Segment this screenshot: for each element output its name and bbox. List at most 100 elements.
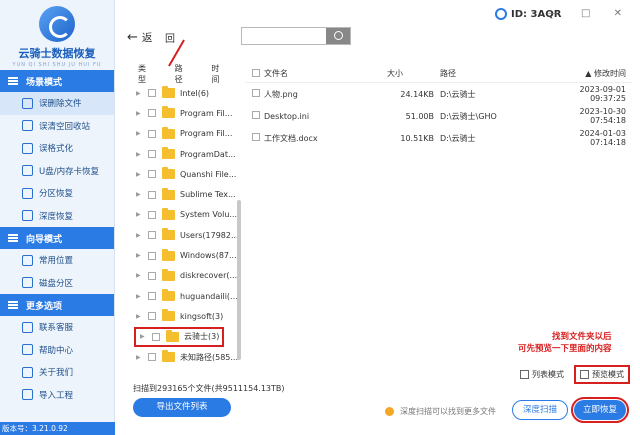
checkbox[interactable] — [148, 170, 156, 179]
expand-icon[interactable]: ▶ — [136, 130, 144, 137]
table-row[interactable]: 工作文档.docx 10.51KB D:\云骑士 2024-01-03 07:1… — [245, 127, 632, 149]
table-row[interactable]: Desktop.ini 51.00B D:\云骑士\GHO 2023-10-30… — [245, 105, 632, 127]
arrow-left-icon: ← — [127, 30, 138, 45]
tree-row[interactable]: ▶ ProgramDat... — [130, 144, 240, 164]
tree-row[interactable]: ▶ Users(17982... — [130, 225, 240, 245]
checkbox[interactable] — [148, 89, 156, 98]
list-mode-button[interactable]: 列表模式 — [516, 367, 568, 382]
tree-row[interactable]: ▶ Windows(87... — [130, 245, 240, 265]
checkbox[interactable] — [148, 292, 156, 301]
folder-icon — [162, 86, 175, 99]
expand-icon[interactable]: ▶ — [136, 90, 144, 97]
checkbox[interactable] — [148, 312, 156, 321]
search-input[interactable] — [241, 27, 351, 45]
tree-row[interactable]: ▶ huguandaili(... — [130, 286, 240, 306]
tree-row[interactable]: ▶ Sublime Tex... — [130, 184, 240, 204]
tree-header-path[interactable]: 路径 — [175, 63, 186, 85]
tree-header-type[interactable]: 类型 — [138, 63, 149, 85]
nav-format[interactable]: 误格式化 — [0, 137, 114, 160]
expand-icon[interactable]: ▶ — [136, 211, 144, 218]
section-more-options[interactable]: 更多选项 — [0, 294, 114, 316]
folder-icon — [162, 228, 175, 241]
window-controls[interactable]: — □ ✕ — [548, 8, 632, 19]
search-icon[interactable] — [326, 28, 350, 44]
nav-about-us[interactable]: 关于我们 — [0, 361, 114, 384]
table-row[interactable]: 人物.png 24.14KB D:\云骑士 2023-09-01 09:37:2… — [245, 83, 632, 105]
export-list-button[interactable]: 导出文件列表 — [133, 398, 231, 417]
col-size[interactable]: 大小 — [387, 68, 440, 79]
nav-contact-support[interactable]: 联系客服 — [0, 316, 114, 339]
menu-icon — [8, 301, 18, 309]
checkbox[interactable] — [148, 271, 156, 280]
checkbox[interactable] — [152, 332, 160, 341]
checkbox[interactable] — [148, 210, 156, 219]
tree-row[interactable]: ▶ 未知路径(585... — [130, 347, 240, 367]
checkbox[interactable] — [252, 89, 260, 97]
format-icon — [22, 142, 33, 154]
nav-common-locations[interactable]: 常用位置 — [0, 249, 114, 272]
expand-icon[interactable]: ▶ — [140, 333, 148, 340]
nav-help-center[interactable]: 帮助中心 — [0, 339, 114, 362]
expand-icon[interactable]: ▶ — [136, 171, 144, 178]
tree-row[interactable]: ▶ System Volu... — [130, 205, 240, 225]
folder-icon — [162, 268, 175, 281]
menu-icon — [8, 77, 18, 85]
deep-scan-button[interactable]: 深度扫描 — [512, 400, 568, 420]
grid-icon — [580, 370, 589, 379]
tree-row[interactable]: ▶ Intel(6) — [130, 83, 240, 103]
tree-scrollbar[interactable] — [237, 200, 241, 360]
section-wizard-mode[interactable]: 向导模式 — [0, 227, 114, 249]
select-all-checkbox[interactable] — [252, 68, 260, 77]
expand-icon[interactable]: ▶ — [136, 354, 144, 361]
app-name: 云骑士数据恢复 — [18, 47, 96, 60]
restore-now-button[interactable]: 立即恢复 — [571, 397, 629, 423]
checkbox[interactable] — [148, 251, 156, 260]
checkbox[interactable] — [252, 111, 260, 119]
checkbox[interactable] — [148, 190, 156, 199]
disk-icon — [22, 277, 33, 289]
checkbox[interactable] — [148, 353, 156, 361]
tree-row[interactable]: ▶ Program Fil... — [130, 103, 240, 123]
expand-icon[interactable]: ▶ — [136, 272, 144, 279]
expand-icon[interactable]: ▶ — [136, 293, 144, 300]
col-path[interactable]: 路径 — [440, 68, 568, 79]
nav-disk-partition[interactable]: 磁盘分区 — [0, 272, 114, 295]
menu-icon — [8, 234, 18, 242]
tree-row-selected[interactable]: ▶ 云骑士(3) — [134, 326, 224, 347]
home-button[interactable]: 回 — [165, 30, 175, 45]
partition-icon — [22, 187, 33, 199]
checkbox[interactable] — [148, 129, 156, 138]
expand-icon[interactable]: ▶ — [136, 110, 144, 117]
nav-partition[interactable]: 分区恢复 — [0, 182, 114, 205]
nav-deep-recovery[interactable]: 深度恢复 — [0, 205, 114, 228]
nav-import-project[interactable]: 导入工程 — [0, 384, 114, 407]
checkbox[interactable] — [252, 133, 260, 141]
tree-row[interactable]: ▶ Program Fil... — [130, 124, 240, 144]
expand-icon[interactable]: ▶ — [136, 151, 144, 158]
back-button[interactable]: ← 返 — [127, 30, 152, 45]
checkbox[interactable] — [148, 109, 156, 118]
nav-usb-card[interactable]: U盘/内存卡恢复 — [0, 160, 114, 183]
col-modified[interactable]: ▲ 修改时间 — [568, 68, 632, 79]
checkbox[interactable] — [148, 231, 156, 240]
expand-icon[interactable]: ▶ — [136, 313, 144, 320]
col-filename[interactable]: 文件名 — [263, 68, 387, 79]
checkbox[interactable] — [148, 150, 156, 159]
tree-header-time[interactable]: 时间 — [211, 63, 222, 85]
preview-mode-button[interactable]: 预览模式 — [574, 365, 630, 384]
expand-icon[interactable]: ▶ — [136, 252, 144, 259]
nav-empty-recycle-bin[interactable]: 误清空回收站 — [0, 115, 114, 138]
view-mode-switch: 列表模式 预览模式 — [516, 365, 630, 384]
expand-icon[interactable]: ▶ — [136, 232, 144, 239]
folder-icon — [162, 207, 175, 220]
section-scene-mode[interactable]: 场景模式 — [0, 70, 114, 92]
table-header: 文件名 大小 路径 ▲ 修改时间 — [245, 65, 632, 83]
folder-icon — [162, 147, 175, 160]
tree-row[interactable]: ▶ Quanshi File... — [130, 164, 240, 184]
expand-icon[interactable]: ▶ — [136, 191, 144, 198]
tree-row[interactable]: ▶ kingsoft(3) — [130, 306, 240, 326]
tree-row[interactable]: ▶ diskrecover(... — [130, 266, 240, 286]
nav-accidental-delete[interactable]: 误删除文件 — [0, 92, 114, 115]
folder-icon — [162, 289, 175, 302]
import-icon — [22, 389, 33, 401]
